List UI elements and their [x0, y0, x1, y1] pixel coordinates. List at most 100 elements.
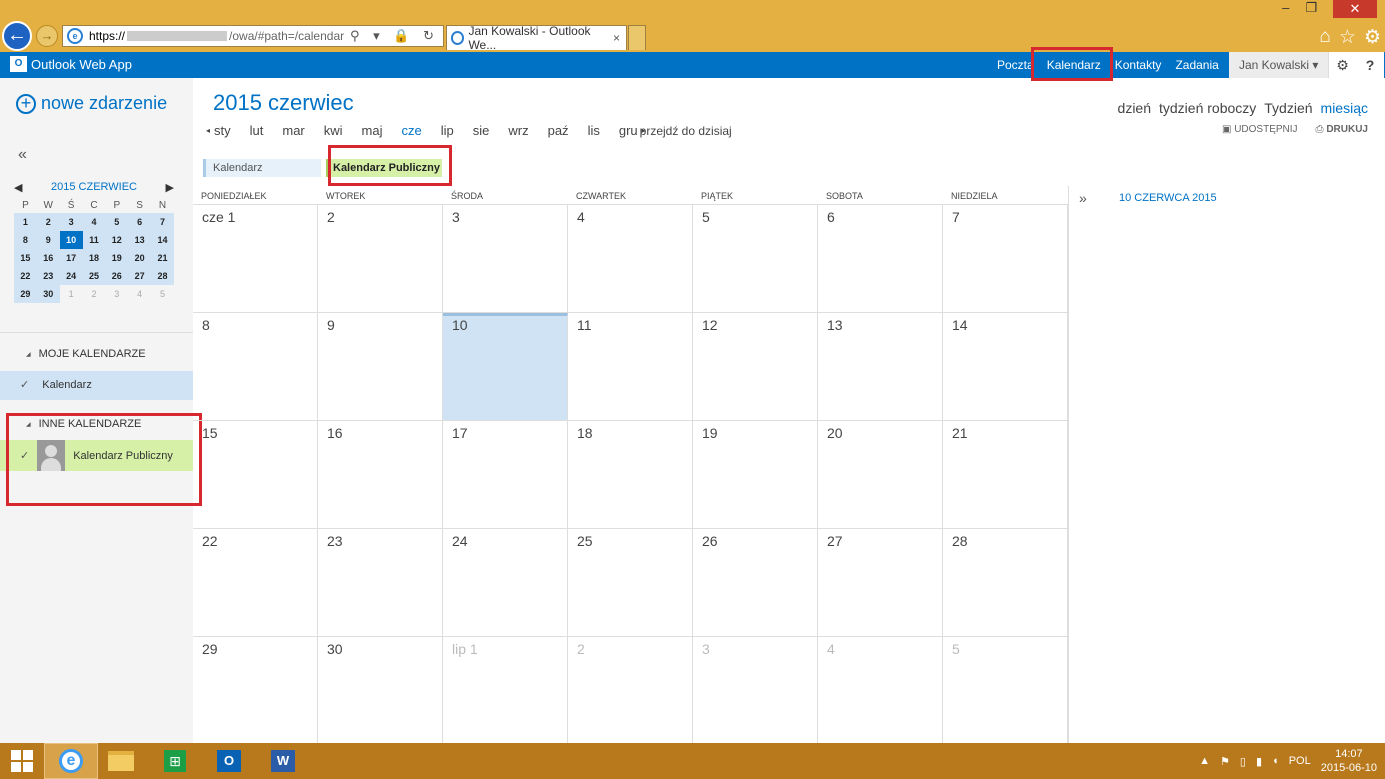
home-icon[interactable]: ⌂: [1319, 26, 1330, 49]
day-cell[interactable]: 2: [568, 637, 693, 745]
mini-day[interactable]: 4: [83, 213, 106, 231]
mini-day[interactable]: 19: [105, 249, 128, 267]
taskbar-store[interactable]: ⊞: [148, 743, 202, 779]
calendar-item-kalendarz[interactable]: ✓ Kalendarz: [0, 371, 193, 400]
day-cell[interactable]: 7: [943, 205, 1068, 313]
day-cell[interactable]: 15: [193, 421, 318, 529]
close-tab-icon[interactable]: ×: [613, 31, 620, 45]
mini-day[interactable]: 13: [128, 231, 151, 249]
day-cell[interactable]: 28: [943, 529, 1068, 637]
device-icon[interactable]: ▯: [1240, 755, 1246, 768]
view-option[interactable]: tydzień roboczy: [1159, 100, 1256, 116]
taskbar-ie[interactable]: e: [44, 743, 98, 779]
day-cell[interactable]: 24: [443, 529, 568, 637]
start-button[interactable]: [0, 743, 44, 779]
collapse-pane-icon[interactable]: «: [18, 146, 27, 164]
view-option[interactable]: dzień: [1118, 100, 1151, 116]
back-arrow-icon[interactable]: ←: [2, 21, 32, 51]
mini-day[interactable]: 2: [37, 213, 60, 231]
mini-day[interactable]: 25: [83, 267, 106, 285]
month-link[interactable]: maj: [362, 123, 383, 138]
month-link[interactable]: lut: [250, 123, 264, 138]
day-cell[interactable]: 17: [443, 421, 568, 529]
prev-year-icon[interactable]: ◂: [206, 126, 210, 135]
day-cell[interactable]: 2: [318, 205, 443, 313]
mini-day[interactable]: 3: [60, 213, 83, 231]
mini-day[interactable]: 20: [128, 249, 151, 267]
mini-day[interactable]: 22: [14, 267, 37, 285]
language-indicator[interactable]: POL: [1289, 755, 1311, 767]
day-cell[interactable]: 25: [568, 529, 693, 637]
mini-day[interactable]: 28: [151, 267, 174, 285]
mini-day[interactable]: 7: [151, 213, 174, 231]
day-cell[interactable]: 8: [193, 313, 318, 421]
mini-day[interactable]: 30: [37, 285, 60, 303]
settings-gear-icon[interactable]: ⚙: [1328, 52, 1356, 78]
day-cell[interactable]: cze 1: [193, 205, 318, 313]
mini-day[interactable]: 11: [83, 231, 106, 249]
mini-day[interactable]: 1: [14, 213, 37, 231]
browser-tab[interactable]: Jan Kowalski - Outlook We... ×: [446, 24, 627, 52]
legend-kalendarz[interactable]: Kalendarz: [203, 159, 321, 177]
nav-mail[interactable]: Poczta: [997, 58, 1034, 72]
close-window-icon[interactable]: ✕: [1333, 0, 1377, 18]
my-calendars-header[interactable]: MOJE KALENDARZE: [26, 348, 146, 360]
day-cell[interactable]: 10: [443, 313, 568, 421]
day-cell[interactable]: 11: [568, 313, 693, 421]
mini-day[interactable]: 23: [37, 267, 60, 285]
month-link[interactable]: mar: [282, 123, 304, 138]
day-cell[interactable]: 14: [943, 313, 1068, 421]
favorites-star-icon[interactable]: ☆: [1339, 26, 1356, 49]
mini-day[interactable]: 8: [14, 231, 37, 249]
mini-day[interactable]: 5: [151, 285, 174, 303]
day-cell[interactable]: 19: [693, 421, 818, 529]
month-link[interactable]: kwi: [324, 123, 343, 138]
day-cell[interactable]: 9: [318, 313, 443, 421]
help-icon[interactable]: ?: [1356, 52, 1384, 78]
month-link[interactable]: sie: [473, 123, 490, 138]
day-cell[interactable]: 27: [818, 529, 943, 637]
month-link[interactable]: sty: [214, 123, 231, 138]
restore-icon[interactable]: ❐: [1305, 0, 1317, 18]
view-option[interactable]: Tydzień: [1264, 100, 1312, 116]
new-tab-button[interactable]: [628, 25, 646, 50]
mini-day[interactable]: 26: [105, 267, 128, 285]
mini-day[interactable]: 4: [128, 285, 152, 303]
nav-tasks[interactable]: Zadania: [1175, 58, 1218, 72]
day-cell[interactable]: 22: [193, 529, 318, 637]
day-cell[interactable]: 12: [693, 313, 818, 421]
forward-arrow-icon[interactable]: →: [36, 25, 58, 47]
taskbar-word[interactable]: W: [256, 743, 310, 779]
clock[interactable]: 14:07 2015-06-10: [1321, 747, 1377, 775]
day-cell[interactable]: 4: [568, 205, 693, 313]
taskbar-outlook[interactable]: O: [202, 743, 256, 779]
mini-day[interactable]: 3: [105, 285, 129, 303]
day-cell[interactable]: 21: [943, 421, 1068, 529]
mini-day[interactable]: 5: [105, 213, 128, 231]
day-cell[interactable]: 13: [818, 313, 943, 421]
mini-day[interactable]: 27: [128, 267, 151, 285]
day-cell[interactable]: lip 1: [443, 637, 568, 745]
mini-day[interactable]: 12: [105, 231, 128, 249]
signal-icon[interactable]: ▮: [1256, 755, 1262, 768]
address-bar-controls[interactable]: ⚲ ▾ 🔒 ↻: [350, 28, 443, 44]
user-menu[interactable]: Jan Kowalski ▾: [1229, 52, 1328, 78]
expand-pane-icon[interactable]: »: [1079, 190, 1087, 206]
nav-contacts[interactable]: Kontakty: [1115, 58, 1162, 72]
mini-day[interactable]: 9: [37, 231, 60, 249]
day-cell[interactable]: 30: [318, 637, 443, 745]
day-cell[interactable]: 18: [568, 421, 693, 529]
day-cell[interactable]: 6: [818, 205, 943, 313]
mini-day[interactable]: 21: [151, 249, 174, 267]
month-link[interactable]: wrz: [508, 123, 528, 138]
day-cell[interactable]: 29: [193, 637, 318, 745]
new-event-button[interactable]: + nowe zdarzenie: [16, 93, 167, 114]
mini-day[interactable]: 17: [60, 249, 83, 267]
mini-next-month-icon[interactable]: ▶: [166, 181, 174, 194]
mini-day[interactable]: 6: [128, 213, 151, 231]
mini-day[interactable]: 14: [151, 231, 174, 249]
volume-icon[interactable]: ◖: [1272, 755, 1279, 767]
mini-day[interactable]: 18: [83, 249, 106, 267]
month-link[interactable]: cze: [402, 123, 422, 138]
day-cell[interactable]: 16: [318, 421, 443, 529]
